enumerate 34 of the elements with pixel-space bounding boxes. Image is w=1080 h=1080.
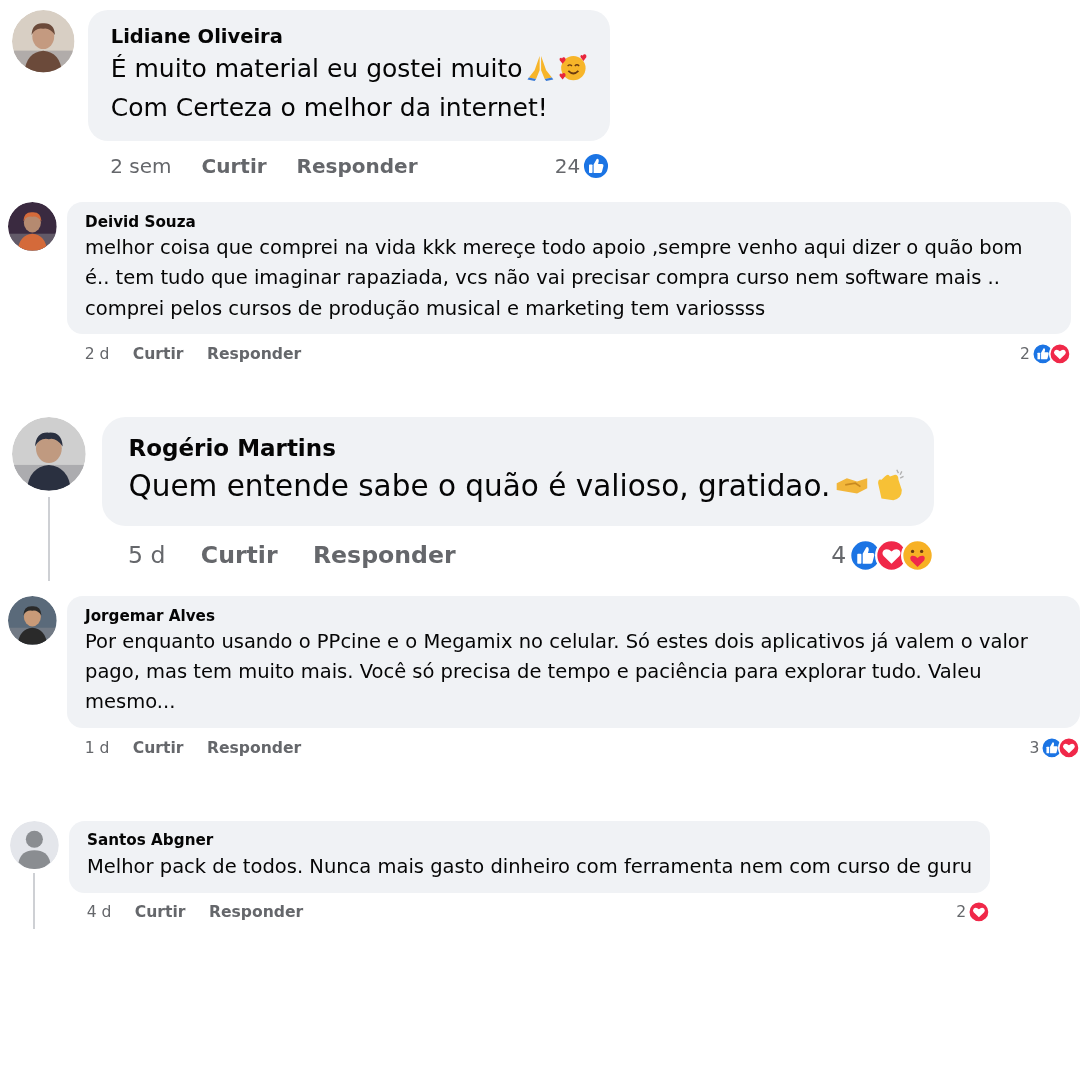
comment-text: Com Certeza o melhor da internet! [110, 92, 548, 122]
action-link[interactable]: Curtir [201, 153, 267, 180]
author-name[interactable]: Jorgemar Alves [85, 605, 215, 627]
timestamp[interactable]: 2 sem [110, 153, 172, 180]
author-name[interactable]: Lidiane Oliveira [110, 22, 283, 50]
author-name[interactable]: Santos Abgner [87, 830, 214, 852]
comment-text: Melhor pack de todos. Nunca mais gasto dinheiro com ferramenta nem com curso de guru [87, 854, 973, 878]
action-link[interactable]: Curtir [132, 737, 184, 758]
timestamp[interactable]: 4 d [86, 901, 112, 923]
reaction-count: 2 [956, 901, 967, 923]
author-name[interactable]: Rogério Martins [128, 431, 336, 464]
heart-face-icon [558, 53, 588, 82]
reaction-count: 24 [554, 153, 581, 180]
action-link[interactable]: Responder [206, 737, 302, 758]
action-link[interactable]: Responder [312, 539, 456, 571]
person-icon [10, 820, 59, 870]
reaction-count: 4 [831, 539, 847, 571]
praying-hands-icon [526, 53, 556, 82]
comment-text: Quem entende sabe o quão é valioso, gratidao. [128, 468, 831, 503]
comment-text: É muito material eu gostei muito [110, 53, 523, 83]
timestamp[interactable]: 5 d [127, 539, 166, 571]
comment-text: Por enquanto usando o PPcine e o Megamix no celular. Só estes dois aplicativos já valem o valor pago, mas tem muito mais. Você só precisa de tempo e paciência para explorar tudo. Valeu mesmo... [85, 629, 1028, 714]
reaction-count: 3 [1029, 737, 1040, 758]
action-link[interactable]: Curtir [200, 539, 278, 571]
author-name[interactable]: Deivid Souza [85, 211, 196, 234]
comment-text: melhor coisa que comprei na vida kkk mereçe todo apoio ,sempre venho aqui dizer o quão bom é.. tem tudo que imaginar rapaziada, vcs não vai precisar compra curso nem software mais .. comprei pelos cursos de produção musical e marketing tem variossss [85, 236, 1023, 320]
reaction-count: 2 [1020, 343, 1031, 365]
timestamp[interactable]: 1 d [84, 737, 110, 758]
action-link[interactable]: Responder [206, 343, 302, 365]
action-link[interactable]: Curtir [134, 901, 186, 923]
timestamp[interactable]: 2 d [84, 343, 110, 365]
action-link[interactable]: Responder [296, 153, 418, 180]
action-link[interactable]: Responder [208, 901, 304, 923]
action-link[interactable]: Curtir [132, 343, 184, 365]
